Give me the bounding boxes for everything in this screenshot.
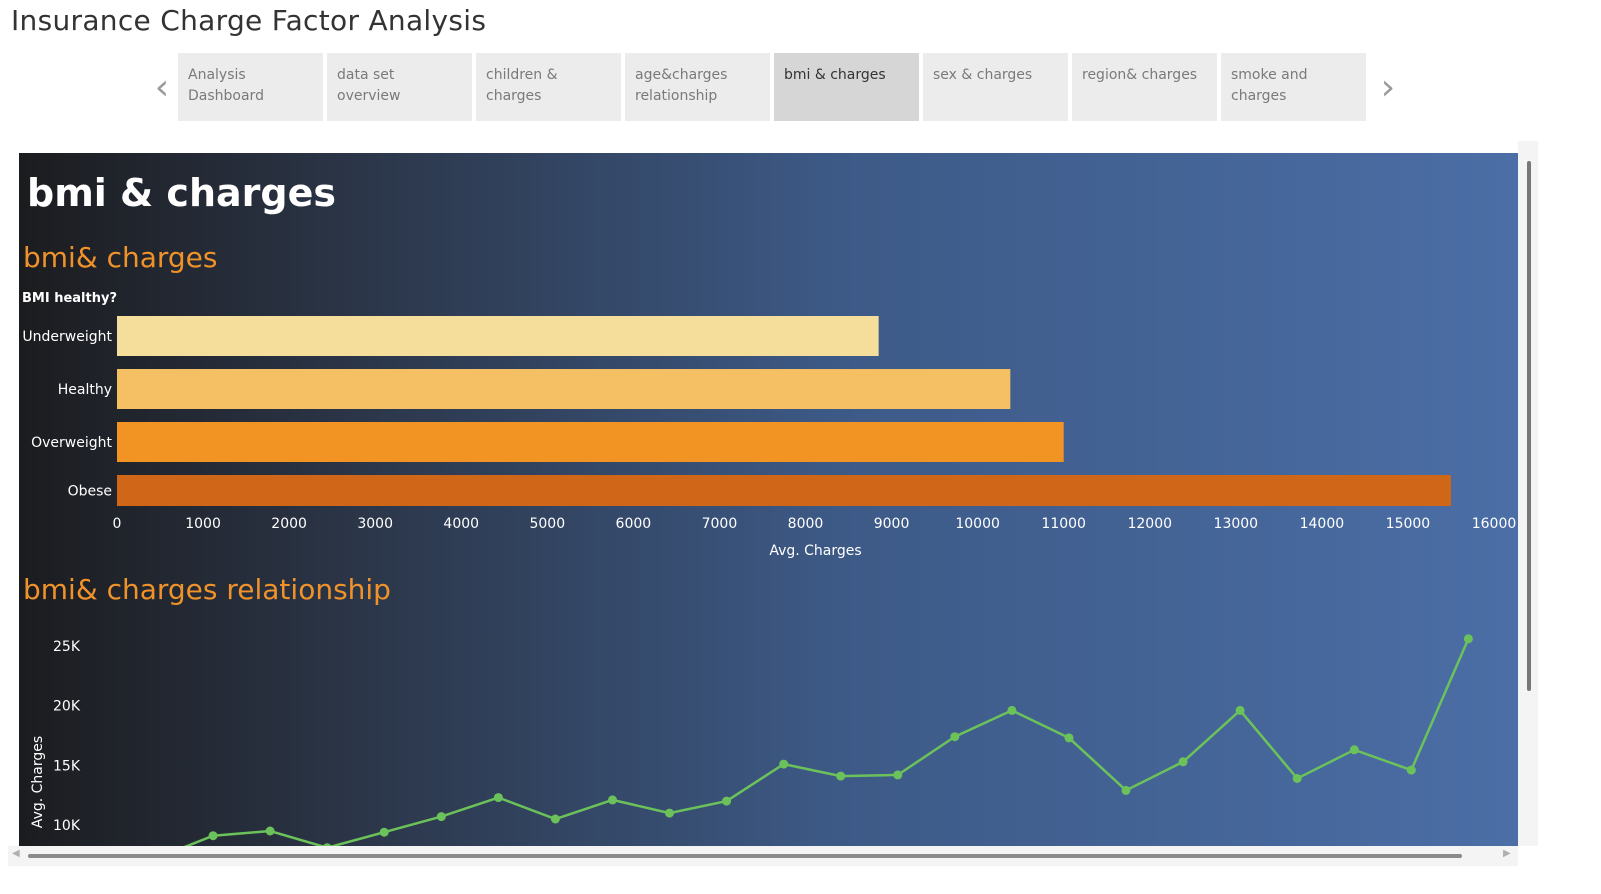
x-tick-label: 14000 <box>1300 516 1345 532</box>
line-point <box>893 770 903 780</box>
dashboard-title: bmi & charges <box>27 171 336 215</box>
y-tick-label: 10K <box>53 818 81 834</box>
bar-category-label: Underweight <box>22 329 112 345</box>
x-tick-label: 5000 <box>529 516 565 532</box>
line-point <box>493 793 503 803</box>
tab-smoke-charges[interactable]: smoke and charges <box>1221 53 1366 121</box>
x-tick-label: 0 <box>113 516 122 532</box>
bar-category-label: Overweight <box>31 435 112 451</box>
tab-label: sex & charges <box>933 67 1033 83</box>
bar-chart: Underweight Healthy Overweight Obese0 1000 20… <box>22 316 1517 559</box>
tab-label: data set overview <box>337 67 401 104</box>
dashboard-panel: bmi & charges bmi& charges BMI healthy? … <box>19 153 1518 846</box>
bar-category-label: Healthy <box>58 382 112 398</box>
line-point <box>265 826 275 836</box>
line-chart-title: bmi& charges relationship <box>23 573 391 606</box>
tab-data-set-overview[interactable]: data set overview <box>327 53 472 121</box>
x-tick-label: 6000 <box>616 516 652 532</box>
y-tick-label: 20K <box>53 699 81 715</box>
line-point <box>722 796 732 806</box>
x-tick-label: 8000 <box>788 516 824 532</box>
tab-label: smoke and <box>1231 67 1308 83</box>
x-tick-label: 16000 <box>1472 516 1517 532</box>
line-point <box>1292 774 1302 783</box>
line-point <box>436 812 446 822</box>
horizontal-scroll-thumb[interactable] <box>28 854 1462 858</box>
tab-region-charges[interactable]: region& charges <box>1072 53 1217 121</box>
tab-label: bmi & charges <box>784 67 886 83</box>
x-tick-label: 15000 <box>1386 516 1431 532</box>
bar-overweight <box>117 422 1064 462</box>
vertical-scrollbar[interactable] <box>1518 141 1538 846</box>
x-tick-label: 13000 <box>1214 516 1259 532</box>
story-tab-bar: ‹ Analysis Dashboard data set overview c… <box>148 53 1420 121</box>
line-point <box>1406 765 1416 775</box>
line-point <box>1463 634 1473 644</box>
tab-bmi-charges[interactable]: bmi & charges <box>774 53 919 121</box>
tab-label: Analysis <box>188 67 246 83</box>
tab-children-charges[interactable]: children & charges <box>476 53 621 121</box>
bar-healthy <box>117 369 1011 409</box>
bar-category-label: Obese <box>68 484 112 500</box>
line-point <box>1235 705 1245 715</box>
line-point <box>1178 757 1188 767</box>
x-tick-label: 10000 <box>955 516 1000 532</box>
line-point <box>1349 745 1359 755</box>
x-axis-title: Avg. Charges <box>769 543 861 559</box>
tab-age-charges[interactable]: age&charges relationship <box>625 53 770 121</box>
x-tick-label: 7000 <box>702 516 738 532</box>
y-axis-title: Avg. Charges <box>30 736 46 828</box>
x-tick-label: 4000 <box>443 516 479 532</box>
line-point <box>950 732 960 742</box>
x-tick-label: 2000 <box>271 516 307 532</box>
tab-label: relationship <box>635 88 718 104</box>
line-point <box>608 795 617 805</box>
tab-label: charges <box>1231 88 1287 104</box>
horizontal-scrollbar[interactable]: ◀ ▶ <box>8 846 1518 866</box>
tab-analysis-dashboard[interactable]: Analysis Dashboard <box>178 53 323 121</box>
line-point <box>665 808 674 818</box>
app-title: Insurance Charge Factor Analysis <box>11 4 487 37</box>
line-point <box>379 827 389 837</box>
vertical-scroll-thumb[interactable] <box>1527 161 1531 691</box>
line-point <box>1007 705 1017 715</box>
line-point <box>836 771 846 781</box>
bar-obese <box>117 475 1451 506</box>
y-tick-label: 15K <box>53 758 81 774</box>
chevron-right-icon[interactable]: › <box>1374 53 1402 121</box>
x-tick-label: 11000 <box>1041 516 1086 532</box>
charges-line <box>183 638 1470 846</box>
bar-chart-title: bmi& charges <box>23 241 218 274</box>
x-tick-label: 3000 <box>357 516 393 532</box>
tab-label: children & charges <box>486 67 558 104</box>
line-point <box>1064 733 1074 743</box>
tab-label: region& charges <box>1082 67 1198 83</box>
line-point <box>550 814 560 824</box>
x-tick-label: 12000 <box>1127 516 1172 532</box>
tab-label: age&charges <box>635 67 728 83</box>
x-tick-label: 9000 <box>874 516 910 532</box>
bar-underweight <box>117 316 879 356</box>
line-point <box>779 759 789 769</box>
line-point <box>208 831 218 841</box>
line-chart: 10K 15K 20K 25K Avg. Charges <box>30 634 1473 846</box>
line-point <box>1121 785 1131 795</box>
x-tick-label: 1000 <box>185 516 221 532</box>
scroll-right-icon[interactable]: ▶ <box>1503 848 1511 859</box>
tab-label: Dashboard <box>188 88 264 104</box>
y-tick-label: 25K <box>53 639 81 655</box>
chevron-left-icon[interactable]: ‹ <box>148 53 176 121</box>
tab-sex-charges[interactable]: sex & charges <box>923 53 1068 121</box>
scroll-left-icon[interactable]: ◀ <box>12 848 20 859</box>
